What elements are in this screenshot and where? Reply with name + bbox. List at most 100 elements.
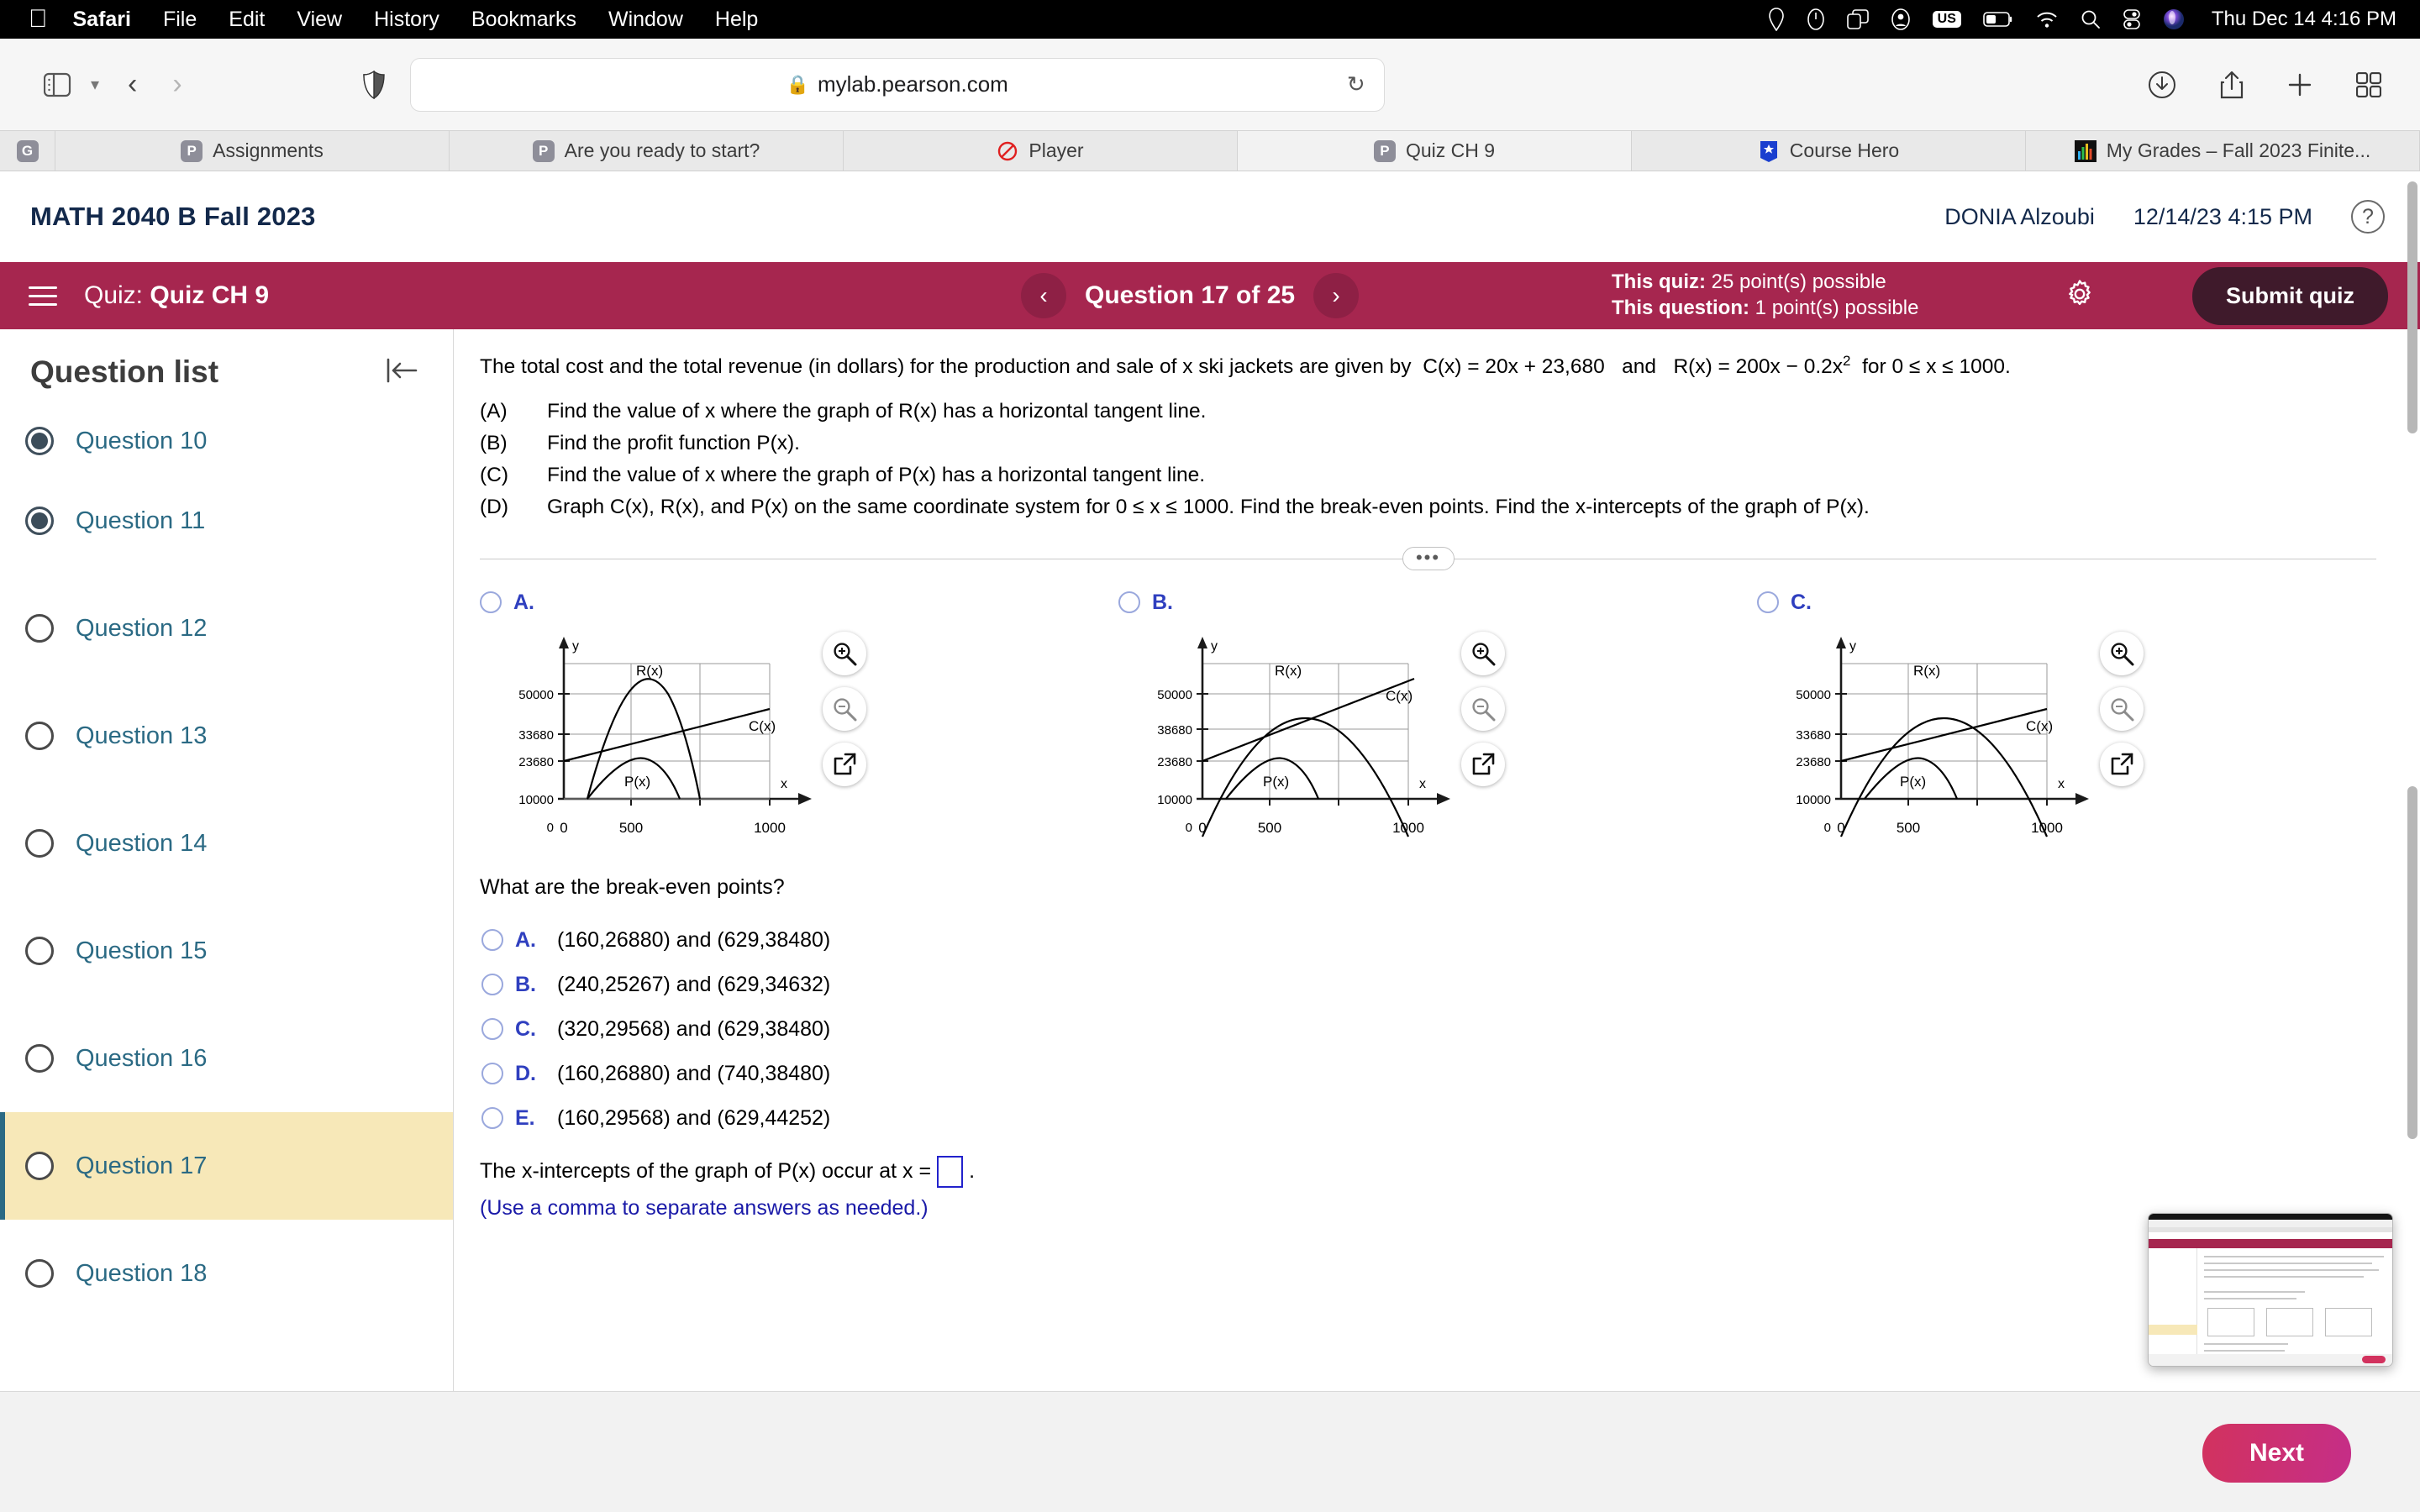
zoom-out-icon[interactable] [1461, 686, 1505, 731]
part-text: Find the value of x where the graph of P… [547, 463, 1206, 486]
tab-my-grades[interactable]: My Grades – Fall 2023 Finite... [2026, 131, 2420, 171]
siri-icon[interactable] [2163, 8, 2185, 30]
open-external-icon[interactable] [823, 742, 866, 786]
tab-grammarly[interactable]: G [0, 131, 55, 171]
menu-app-name[interactable]: Safari [73, 8, 131, 32]
chevron-down-icon[interactable]: ▾ [91, 74, 99, 95]
scrollbar-thumb[interactable] [2407, 786, 2417, 1139]
help-icon[interactable]: ? [2351, 200, 2385, 234]
menu-window[interactable]: Window [608, 8, 683, 32]
tab-are-you-ready-to-start[interactable]: P Are you ready to start? [450, 131, 844, 171]
sidebar-item-question-12[interactable]: Question 12 [0, 575, 453, 682]
reload-icon[interactable]: ↻ [1347, 71, 1365, 97]
menu-file[interactable]: File [163, 8, 197, 32]
sidebar-item-question-10[interactable]: Question 10 [0, 408, 453, 467]
graph-choice-c-radio[interactable] [1757, 591, 1779, 614]
sidebar-item-question-13[interactable]: Question 13 [0, 682, 453, 790]
clock-icon[interactable] [1807, 8, 1825, 31]
back-icon[interactable]: ‹ [128, 68, 137, 101]
question-status-radio[interactable] [25, 829, 54, 858]
zoom-in-icon[interactable] [823, 631, 866, 675]
input-source-us-icon[interactable]: US [1932, 11, 1961, 28]
sidebar-item-question-17[interactable]: Question 17 [0, 1112, 453, 1220]
answer-option-a[interactable]: A. (160,26880) and (629,38480) [481, 918, 2402, 963]
open-external-icon[interactable] [1461, 742, 1505, 786]
question-status-radio[interactable] [25, 507, 54, 535]
graph-choice-a[interactable]: A. 50000 33680 23680 10000 0 0 500 1000 … [471, 591, 1110, 853]
wifi-icon[interactable] [2035, 10, 2059, 29]
graph-choice-b-radio[interactable] [1118, 591, 1140, 614]
answer-option-a-radio[interactable] [481, 929, 503, 952]
shield-icon[interactable] [363, 70, 385, 99]
battery-icon[interactable] [1983, 11, 2013, 28]
zoom-out-icon[interactable] [823, 686, 866, 731]
graph-choice-a-radio[interactable] [480, 591, 502, 614]
screen-mirroring-icon[interactable] [1846, 9, 1869, 29]
submit-quiz-button[interactable]: Submit quiz [2192, 266, 2388, 325]
zoom-in-icon[interactable] [1461, 631, 1505, 675]
menu-help[interactable]: Help [715, 8, 758, 32]
graph-choice-c[interactable]: C. 50000 33680 23680 10000 0 0 500 1000 … [1749, 591, 2387, 853]
question-status-radio[interactable] [25, 1044, 54, 1073]
sidebar-title: Question list [30, 354, 219, 389]
divider-expand-button[interactable]: ••• [1402, 546, 1455, 570]
sidebar-item-question-14[interactable]: Question 14 [0, 790, 453, 897]
answer-option-d-radio[interactable] [481, 1063, 503, 1085]
downloads-icon[interactable] [2148, 71, 2176, 99]
answer-option-c-radio[interactable] [481, 1018, 503, 1041]
sidebar-item-question-16[interactable]: Question 16 [0, 1005, 453, 1112]
zoom-out-icon[interactable] [2100, 686, 2144, 731]
menu-icon[interactable] [29, 286, 57, 306]
answer-option-b-radio[interactable] [481, 974, 503, 996]
question-status-radio[interactable] [25, 1152, 54, 1180]
address-bar[interactable]: 🔒 mylab.pearson.com ↻ [409, 57, 1385, 112]
question-status-radio[interactable] [25, 937, 54, 965]
open-external-icon[interactable] [2100, 742, 2144, 786]
x-intercept-input[interactable] [937, 1155, 964, 1188]
answer-option-d[interactable]: D. (160,26880) and (740,38480) [481, 1052, 2402, 1096]
graph-choice-b[interactable]: B. 50000 38680 23680 10000 0 0 500 1000 … [1110, 591, 1749, 853]
share-icon[interactable] [2220, 71, 2244, 99]
tab-overview-icon[interactable] [2356, 71, 2381, 97]
sidebar-item-question-18[interactable]: Question 18 [0, 1220, 453, 1327]
control-center-icon[interactable] [2123, 9, 2141, 29]
menu-edit[interactable]: Edit [229, 8, 265, 32]
menu-view[interactable]: View [297, 8, 342, 32]
menu-bookmarks[interactable]: Bookmarks [471, 8, 576, 32]
question-status-radio[interactable] [25, 427, 54, 455]
sidebar-item-question-11[interactable]: Question 11 [0, 467, 453, 575]
answer-option-e[interactable]: E. (160,29568) and (629,44252) [481, 1096, 2402, 1141]
menu-bar-clock[interactable]: Thu Dec 14 4:16 PM [2212, 8, 2396, 31]
thumb-graph-a [2207, 1308, 2254, 1336]
spotlight-search-icon[interactable] [2081, 9, 2101, 29]
question-status-radio[interactable] [25, 722, 54, 750]
previous-question-button[interactable]: ‹ [1021, 273, 1066, 318]
question-status-radio[interactable] [25, 614, 54, 643]
zoom-in-icon[interactable] [2100, 631, 2144, 675]
menu-history[interactable]: History [374, 8, 439, 32]
new-tab-icon[interactable] [2287, 72, 2312, 97]
collapse-left-icon[interactable] [386, 356, 419, 389]
next-question-button[interactable]: › [1313, 273, 1360, 318]
answer-option-b[interactable]: B. (240,25267) and (629,34632) [481, 963, 2402, 1007]
scrollbar-thumb-top[interactable] [2407, 181, 2417, 433]
thumb-next-button [2362, 1356, 2386, 1363]
tab-bar: G P Assignments P Are you ready to start… [0, 131, 2420, 171]
sidebar-item-question-15[interactable]: Question 15 [0, 897, 453, 1005]
tab-player[interactable]: Player [844, 131, 1238, 171]
forward-icon[interactable]: › [172, 68, 182, 101]
tab-course-hero[interactable]: Course Hero [1632, 131, 2026, 171]
gear-icon[interactable] [2063, 277, 2096, 315]
user-account-icon[interactable] [1891, 8, 1911, 30]
answer-option-c[interactable]: C. (320,29568) and (629,38480) [481, 1007, 2402, 1052]
page-scrollbar[interactable] [2407, 181, 2417, 1408]
sidebar-icon[interactable] [44, 72, 72, 97]
question-status-radio[interactable] [25, 1259, 54, 1288]
apple-menu-icon[interactable]:  [29, 7, 48, 32]
tab-assignments[interactable]: P Assignments [55, 131, 450, 171]
screenshot-thumbnail-preview[interactable] [2148, 1213, 2393, 1367]
tab-quiz-ch-9[interactable]: P Quiz CH 9 [1238, 131, 1632, 171]
location-icon[interactable] [1768, 8, 1785, 31]
next-button[interactable]: Next [2202, 1424, 2351, 1483]
answer-option-e-radio[interactable] [481, 1107, 503, 1130]
